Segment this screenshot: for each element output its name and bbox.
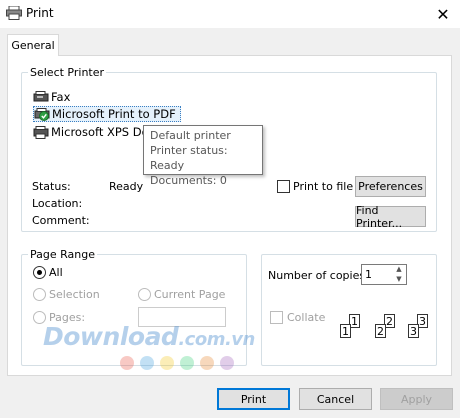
printer-name: Fax	[51, 90, 71, 104]
all-radio[interactable]	[33, 266, 46, 279]
apply-button[interactable]: Apply	[380, 388, 453, 410]
watermark-dot	[180, 356, 194, 370]
number-of-copies-label: Number of copies:	[268, 269, 369, 282]
printer-item-xps[interactable]: Microsoft XPS Do	[33, 124, 149, 140]
printer-app-icon	[6, 6, 22, 20]
printer-name: Microsoft Print to PDF	[52, 107, 176, 121]
watermark-suffix: .com.vn	[178, 329, 255, 350]
collate-page: 1	[340, 324, 351, 338]
collate-page: 3	[408, 324, 419, 338]
tooltip-line: Default printer	[150, 129, 231, 142]
copies-value: 1	[365, 268, 372, 281]
cancel-button[interactable]: Cancel	[299, 388, 372, 410]
collate-page: 2	[375, 324, 386, 338]
tooltip-line: Printer status: Ready	[150, 144, 228, 172]
copies-up-icon[interactable]: ▲	[392, 265, 406, 274]
watermark-dot	[120, 356, 134, 370]
print-button-label: Print	[240, 392, 267, 406]
close-button[interactable]: ✕	[426, 0, 460, 28]
window-title: Print	[26, 6, 54, 20]
collate-label: Collate	[287, 311, 326, 324]
cancel-button-label: Cancel	[316, 392, 355, 406]
watermark-dot	[140, 356, 154, 370]
copies-stepper[interactable]: 1 ▲ ▼	[361, 264, 407, 285]
printer-name: Microsoft XPS Do	[51, 125, 149, 139]
printer-item-fax[interactable]: Fax	[33, 89, 70, 105]
collate-illustration: 1 1 2 2 3 3	[330, 314, 430, 346]
all-label: All	[49, 266, 63, 279]
fax-printer-icon	[33, 90, 49, 101]
current-page-label: Current Page	[154, 288, 226, 301]
preferences-button-label: Preferences	[358, 180, 423, 193]
selection-label: Selection	[49, 288, 100, 301]
selection-radio[interactable]	[33, 288, 46, 301]
preferences-button[interactable]: Preferences	[355, 176, 426, 197]
copies-down-icon[interactable]: ▼	[392, 275, 406, 284]
watermark-dots	[120, 356, 250, 372]
tab-general-label: General	[11, 39, 55, 52]
comment-label: Comment:	[32, 214, 90, 227]
watermark-dot	[200, 356, 214, 370]
page-range-label: Page Range	[28, 248, 97, 261]
collate-checkbox[interactable]	[270, 311, 283, 324]
print-button[interactable]: Print	[217, 388, 290, 410]
default-printer-icon	[34, 107, 50, 121]
close-icon: ✕	[436, 4, 450, 24]
watermark-dot	[220, 356, 234, 370]
print-to-file-label: Print to file	[293, 180, 354, 193]
tooltip-line: Documents: 0	[150, 174, 227, 187]
watermark-dot	[160, 356, 174, 370]
find-printer-button-label: Find Printer...	[356, 203, 403, 230]
printer-icon	[33, 125, 49, 139]
apply-button-label: Apply	[400, 392, 433, 406]
printer-item-print-to-pdf[interactable]: Microsoft Print to PDF	[33, 106, 181, 122]
tab-general[interactable]: General	[7, 34, 59, 56]
watermark-text: Download	[43, 322, 179, 351]
title-bar: Print ✕	[0, 0, 460, 28]
status-label: Status:	[32, 180, 71, 193]
location-label: Location:	[32, 197, 83, 210]
print-to-file-checkbox[interactable]	[277, 180, 290, 193]
printer-tooltip: Default printer Printer status: Ready Do…	[143, 125, 263, 187]
status-value: Ready	[109, 180, 144, 193]
find-printer-button[interactable]: Find Printer...	[355, 203, 426, 230]
select-printer-label: Select Printer	[28, 66, 107, 79]
current-page-radio[interactable]	[138, 288, 151, 301]
watermark-logo: Download.com.vn	[43, 322, 255, 351]
